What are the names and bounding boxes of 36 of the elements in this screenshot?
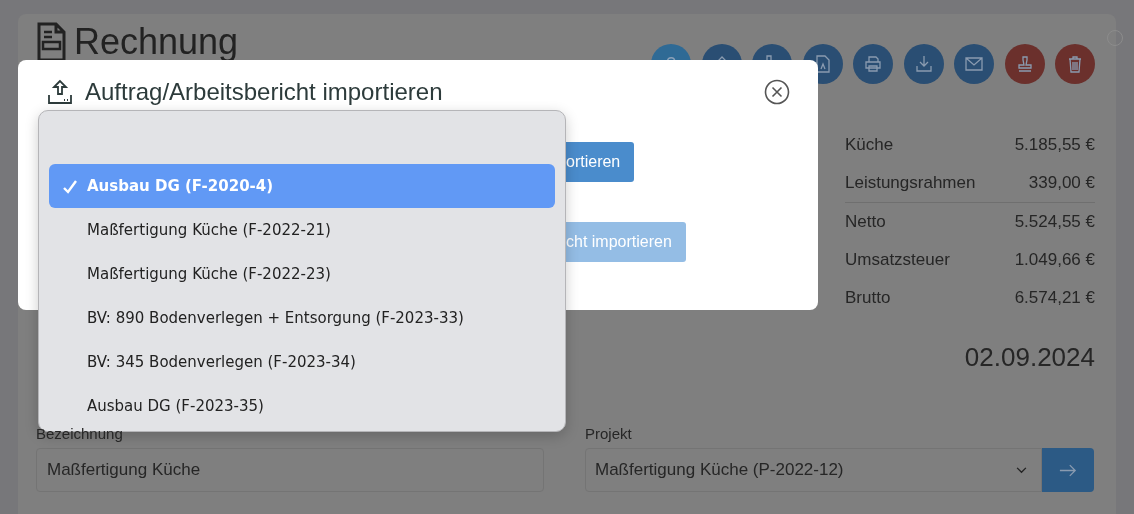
dropdown-option[interactable]: Maßfertigung Küche (F-2022-21) (49, 208, 555, 252)
total-label: Küche (845, 135, 894, 155)
dropdown-option[interactable]: BV: 890 Bodenverlegen + Entsorgung (F-2023-33) (49, 296, 555, 340)
download-button[interactable] (903, 44, 944, 84)
field-label: Projekt (585, 425, 633, 442)
page-title: Rechnung (74, 21, 239, 63)
mail-button[interactable] (954, 44, 994, 84)
stamp-button[interactable] (1004, 44, 1045, 84)
name-field[interactable]: Maßfertigung Küche (36, 448, 544, 492)
total-value: 339,00 € (1028, 173, 1095, 193)
upload-icon (47, 79, 73, 105)
total-value: 6.574,21 € (1014, 288, 1095, 308)
print-icon (863, 54, 883, 74)
project-select[interactable]: Maßfertigung Küche (P-2022-12) (585, 448, 1042, 492)
document-icon (36, 22, 66, 62)
checkmark-icon (62, 179, 78, 195)
print-button[interactable] (853, 44, 893, 84)
total-label: Umsatzsteuer (845, 250, 950, 270)
dropdown-option[interactable]: Ausbau DG (F-2023-35) (49, 384, 555, 428)
arrow-right-icon (1059, 463, 1077, 477)
total-value: 5.524,55 € (1014, 212, 1095, 232)
total-value: 5.185,55 € (1014, 135, 1095, 155)
go-button[interactable] (1042, 448, 1094, 492)
download-icon (913, 54, 934, 74)
mail-icon (964, 54, 984, 74)
total-value: 1.049,66 € (1014, 250, 1095, 270)
trash-button[interactable] (1055, 44, 1095, 84)
chevron-down-icon (1016, 466, 1027, 474)
close-icon[interactable] (764, 79, 790, 105)
dropdown-option[interactable]: BV: 345 Bodenverlegen (F-2023-34) (49, 340, 555, 384)
dropdown-option[interactable]: Maßfertigung Küche (F-2022-23) (49, 252, 555, 296)
dialog-title: Auftrag/Arbeitsbericht importieren (85, 78, 443, 106)
invoice-date: 02.09.2024 (964, 342, 1095, 373)
total-label: Brutto (845, 288, 891, 308)
total-label: Leistungsrahmen (845, 173, 976, 193)
total-label: Netto (845, 212, 886, 232)
